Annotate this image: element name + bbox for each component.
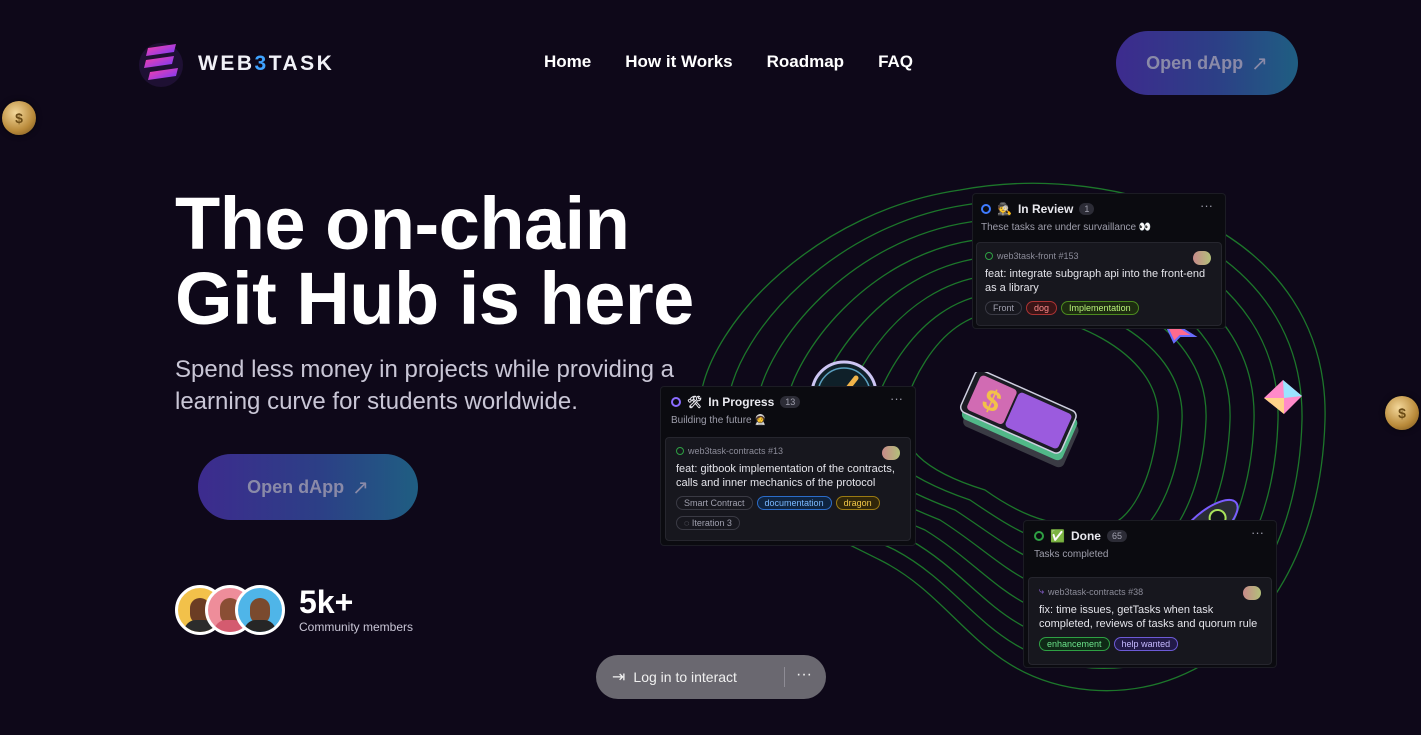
column-subtitle: Tasks completed [1034, 549, 1109, 560]
more-options-icon[interactable]: ··· [890, 391, 903, 406]
nav-link-how-it-works[interactable]: How it Works [625, 52, 732, 72]
task-card[interactable]: web3task-contracts #13 feat: gitbook imp… [665, 437, 911, 541]
community-count-label: Community members [299, 620, 414, 634]
task-card[interactable]: web3task-front #153 feat: integrate subg… [976, 242, 1222, 326]
avatar-group [175, 585, 285, 635]
tag[interactable]: documentation [756, 496, 832, 510]
issue-open-icon [985, 252, 993, 260]
column-title: In Progress [708, 395, 775, 409]
count-badge: 1 [1079, 203, 1095, 215]
top-navigation: WEB3TASK Home How it Works Roadmap FAQ O… [0, 0, 1421, 120]
tools-icon: 🛠 [687, 395, 703, 409]
logo[interactable]: WEB3TASK [138, 38, 334, 90]
assignee-avatar [1193, 251, 1211, 265]
coin-icon: $ [1385, 396, 1419, 430]
open-dapp-hero-button[interactable]: Open dApp ↗ [198, 454, 418, 520]
assignee-avatar [1243, 586, 1261, 600]
community-count-number: 5k+ [299, 584, 354, 620]
login-icon: ⇥ [612, 669, 626, 686]
coin-icon: $ [2, 101, 36, 135]
community-count: 5k+ Community members [299, 586, 413, 634]
open-dapp-nav-label: Open dApp [1146, 52, 1244, 73]
login-to-interact-button[interactable]: Log in to interact [633, 669, 737, 685]
column-header-in-review: 🕵 In Review 1 [981, 202, 1095, 216]
tag[interactable]: Smart Contract [676, 496, 753, 510]
kanban-card-done: ✅ Done 65 ··· Tasks completed ⤷ web3task-… [1024, 521, 1276, 667]
hero-title-line1: The on-chain [175, 182, 630, 265]
hero-subtitle: Spend less money in projects while provi… [175, 356, 674, 415]
status-ring-icon [1034, 531, 1044, 541]
detective-icon: 🕵 [997, 202, 1012, 216]
assignee-avatar [882, 446, 900, 460]
column-subtitle: Building the future 🧑‍🚀 [671, 415, 767, 426]
iteration-tag[interactable]: ◌ Iteration 3 [676, 516, 740, 530]
tag[interactable]: dragon [835, 496, 880, 510]
hero-title: The on-chain Git Hub is here [175, 186, 694, 336]
tag-list: Smart Contract documentation dragon [676, 496, 902, 510]
kanban-card-in-progress: 🛠 In Progress 13 ··· Building the future… [661, 387, 915, 545]
arrow-up-right-icon: ↗ [1251, 52, 1268, 75]
count-badge: 65 [1106, 530, 1127, 542]
login-to-interact-bar: ⇥ Log in to interact ··· [596, 655, 826, 699]
tag[interactable]: enhancement [1039, 637, 1110, 651]
task-ref: ⤷ web3task-contracts #38 [1039, 586, 1144, 597]
logo-mark-icon [138, 38, 184, 90]
more-options-button[interactable]: ··· [796, 666, 812, 684]
more-options-icon[interactable]: ··· [1200, 198, 1213, 213]
nav-link-roadmap[interactable]: Roadmap [767, 52, 844, 72]
column-header-in-progress: 🛠 In Progress 13 [671, 395, 801, 409]
task-title: feat: integrate subgraph api into the fr… [985, 268, 1206, 294]
task-card[interactable]: ⤷ web3task-contracts #38 fix: time issues… [1028, 577, 1272, 665]
nav-menu: Home How it Works Roadmap FAQ [544, 52, 913, 72]
avatar [235, 585, 285, 635]
tag[interactable]: help wanted [1113, 637, 1179, 651]
count-badge: 13 [780, 396, 801, 408]
open-dapp-nav-button[interactable]: Open dApp ↗ [1116, 31, 1298, 95]
tag[interactable]: dog [1026, 301, 1058, 315]
tag[interactable]: Front [985, 301, 1023, 315]
arrow-up-right-icon: ↗ [352, 476, 369, 499]
column-title: Done [1070, 529, 1101, 543]
divider [784, 667, 785, 687]
task-ref: web3task-front #153 [985, 251, 1211, 261]
task-title: feat: gitbook implementation of the cont… [676, 463, 895, 489]
community-members: 5k+ Community members [175, 585, 413, 635]
money-stack-icon: $ [959, 372, 1079, 468]
task-ref: web3task-contracts #13 [676, 446, 902, 456]
kanban-card-in-review: 🕵 In Review 1 ··· These tasks are under … [973, 194, 1225, 328]
status-ring-icon [671, 397, 681, 407]
column-subtitle: These tasks are under survaillance 👀 [981, 222, 1152, 233]
nav-link-faq[interactable]: FAQ [878, 52, 913, 72]
logo-text: WEB3TASK [198, 52, 335, 75]
tag-list: Front dog Implementation [985, 301, 1211, 315]
status-ring-icon [981, 204, 991, 214]
open-dapp-hero-label: Open dApp [247, 476, 345, 497]
tag[interactable]: Implementation [1061, 301, 1139, 315]
check-icon: ✅ [1050, 529, 1065, 543]
task-title: fix: time issues, getTasks when task com… [1039, 604, 1258, 630]
column-header-done: ✅ Done 65 [1034, 529, 1127, 543]
tag-list: enhancement help wanted [1039, 637, 1265, 651]
column-title: In Review [1017, 202, 1074, 216]
iteration-row: ◌ Iteration 3 [676, 516, 902, 530]
issue-open-icon [676, 447, 684, 455]
hero-title-line2: Git Hub is here [175, 257, 694, 340]
gem-icon [1264, 380, 1302, 414]
merged-pr-icon: ⤷ [1039, 586, 1045, 596]
nav-link-home[interactable]: Home [544, 52, 591, 72]
more-options-icon[interactable]: ··· [1251, 525, 1264, 540]
